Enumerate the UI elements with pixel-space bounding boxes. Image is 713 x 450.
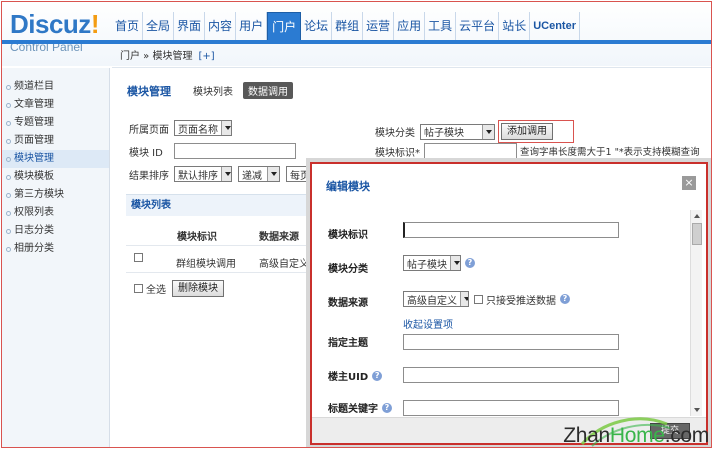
nav-ucenter[interactable]: UCenter bbox=[530, 12, 580, 40]
delete-module-button[interactable]: 删除模块 bbox=[172, 280, 224, 297]
nav-interface[interactable]: 界面 bbox=[174, 12, 206, 40]
push-only-checkbox[interactable] bbox=[474, 294, 483, 304]
collapse-settings-link[interactable]: 收起设置项 bbox=[403, 316, 453, 331]
dialog-uid-input[interactable] bbox=[403, 367, 619, 383]
nav-users[interactable]: 用户 bbox=[236, 12, 268, 40]
module-id-label: 模块 ID bbox=[129, 147, 163, 159]
row-module-tag: 群组模块调用 bbox=[176, 259, 236, 270]
nav-portal[interactable]: 门户 bbox=[267, 12, 302, 40]
nav-underline bbox=[2, 40, 711, 44]
select-all[interactable]: 全选 删除模块 bbox=[134, 280, 224, 297]
nav-apps[interactable]: 应用 bbox=[394, 12, 426, 40]
category-select[interactable]: 帖子模块 bbox=[420, 123, 495, 140]
nav-operations[interactable]: 运营 bbox=[363, 12, 395, 40]
sidebar-item-pages[interactable]: 页面管理 bbox=[2, 132, 109, 150]
watermark-text: ZhanHome.com bbox=[563, 424, 709, 447]
sidebar-item-topics[interactable]: 专题管理 bbox=[2, 114, 109, 132]
tab-data-call[interactable]: 数据调用 bbox=[243, 82, 293, 99]
dialog-title: 编辑模块 bbox=[326, 180, 370, 193]
top-nav: 首页 全局 界面 内容 用户 门户 论坛 群组 运营 应用 工具 云平台 站长 … bbox=[112, 12, 580, 40]
breadcrumb: 门户 » 模块管理 [+] bbox=[112, 46, 711, 68]
dialog-source-label: 数据来源 bbox=[328, 298, 368, 309]
add-call-highlight: 添加调用 bbox=[498, 120, 574, 143]
edit-module-dialog: 编辑模块 × 模块标识 模块分类 帖子模块 ? 数据来源 高级自定义 只接受推送… bbox=[310, 162, 708, 445]
logo-mark: ! bbox=[90, 9, 100, 39]
scroll-thumb[interactable] bbox=[692, 223, 702, 245]
dialog-tag-input[interactable] bbox=[403, 222, 619, 238]
tab-module-list[interactable]: 模块列表 bbox=[193, 83, 233, 98]
nav-forum[interactable]: 论坛 bbox=[301, 12, 333, 40]
help-icon[interactable]: ? bbox=[560, 294, 570, 304]
dialog-category-value: 帖子模块 bbox=[407, 259, 447, 271]
chevron-down-icon bbox=[450, 256, 460, 270]
chevron-down-icon bbox=[221, 121, 231, 135]
sidebar-item-blog-categories[interactable]: 日志分类 bbox=[2, 222, 109, 240]
module-id-input[interactable] bbox=[174, 143, 296, 159]
window-frame: Discuz! Control Panel 首页 全局 界面 内容 用户 门户 … bbox=[1, 1, 712, 448]
sidebar: 频道栏目 文章管理 专题管理 页面管理 模块管理 模块模板 第三方模块 权限列表… bbox=[2, 68, 110, 447]
dialog-scrollbar[interactable] bbox=[690, 210, 702, 416]
select-all-label: 全选 bbox=[146, 285, 166, 296]
logo: Discuz! Control Panel bbox=[10, 10, 99, 54]
add-call-button[interactable]: 添加调用 bbox=[501, 123, 553, 140]
dialog-category-label: 模块分类 bbox=[328, 264, 368, 275]
sort-label: 结果排序 bbox=[129, 170, 169, 182]
col-module-tag: 模块标识 bbox=[177, 232, 217, 243]
page-title: 模块管理 bbox=[127, 84, 171, 98]
order-select[interactable]: 递减 bbox=[238, 166, 280, 182]
nav-groups[interactable]: 群组 bbox=[332, 12, 364, 40]
help-icon[interactable]: ? bbox=[382, 402, 392, 413]
dialog-tag-label: 模块标识 bbox=[328, 230, 368, 241]
tag-search-hint: 查询字串长度需大于1 "*表示支持模糊查询 bbox=[520, 147, 700, 158]
chevron-down-icon bbox=[221, 167, 231, 181]
nav-webmaster[interactable]: 站长 bbox=[499, 12, 531, 40]
nav-tools[interactable]: 工具 bbox=[425, 12, 457, 40]
logo-brand: Discuz bbox=[10, 9, 91, 39]
sidebar-item-modules[interactable]: 模块管理 bbox=[2, 150, 109, 168]
sidebar-item-channels[interactable]: 频道栏目 bbox=[2, 78, 109, 96]
sidebar-item-album-categories[interactable]: 相册分类 bbox=[2, 240, 109, 258]
dialog-category-select[interactable]: 帖子模块 bbox=[403, 255, 461, 271]
nav-home[interactable]: 首页 bbox=[112, 12, 144, 40]
row-data-source: 高级自定义 bbox=[259, 259, 309, 270]
row-checkbox[interactable] bbox=[134, 253, 143, 265]
nav-content[interactable]: 内容 bbox=[205, 12, 237, 40]
sidebar-item-permissions[interactable]: 权限列表 bbox=[2, 204, 109, 222]
sidebar-item-articles[interactable]: 文章管理 bbox=[2, 96, 109, 114]
close-icon[interactable]: × bbox=[682, 176, 696, 190]
breadcrumb-path: 门户 » 模块管理 bbox=[120, 51, 193, 62]
sidebar-item-third-party[interactable]: 第三方模块 bbox=[2, 186, 109, 204]
dialog-uid-label: 楼主UID? bbox=[328, 368, 383, 383]
dialog-topic-label: 指定主题 bbox=[328, 338, 368, 349]
scroll-up-icon[interactable] bbox=[691, 210, 703, 222]
module-tag-label: 模块标识* bbox=[375, 147, 420, 159]
dialog-source-select[interactable]: 高级自定义 bbox=[403, 291, 469, 307]
help-icon[interactable]: ? bbox=[465, 258, 475, 268]
page-filter-label: 所属页面 bbox=[129, 124, 169, 136]
dialog-topic-input[interactable] bbox=[403, 334, 619, 350]
page-select-value: 页面名称 bbox=[178, 124, 218, 136]
sort-select[interactable]: 默认排序 bbox=[174, 166, 232, 182]
push-only-label: 只接受推送数据 bbox=[486, 295, 556, 307]
watermark: ZhanHome.com bbox=[542, 414, 711, 447]
nav-global[interactable]: 全局 bbox=[143, 12, 175, 40]
category-select-value: 帖子模块 bbox=[424, 128, 464, 139]
dialog-keyword-label: 标题关键字? bbox=[328, 400, 392, 415]
nav-cloud[interactable]: 云平台 bbox=[456, 12, 500, 40]
sidebar-item-module-templates[interactable]: 模块模板 bbox=[2, 168, 109, 186]
module-tag-input[interactable] bbox=[424, 143, 517, 159]
category-filter-label: 模块分类 bbox=[375, 128, 415, 139]
col-data-source: 数据来源 bbox=[259, 232, 299, 243]
help-icon[interactable]: ? bbox=[372, 370, 383, 381]
chevron-down-icon bbox=[460, 292, 468, 306]
sort-select-value: 默认排序 bbox=[178, 170, 218, 182]
chevron-down-icon bbox=[482, 124, 494, 139]
order-select-value: 递减 bbox=[242, 170, 262, 182]
page-select[interactable]: 页面名称 bbox=[174, 120, 232, 136]
select-all-checkbox[interactable] bbox=[134, 284, 143, 293]
dialog-source-value: 高级自定义 bbox=[407, 295, 457, 307]
add-shortcut-link[interactable]: [+] bbox=[198, 51, 214, 62]
chevron-down-icon bbox=[267, 167, 279, 181]
